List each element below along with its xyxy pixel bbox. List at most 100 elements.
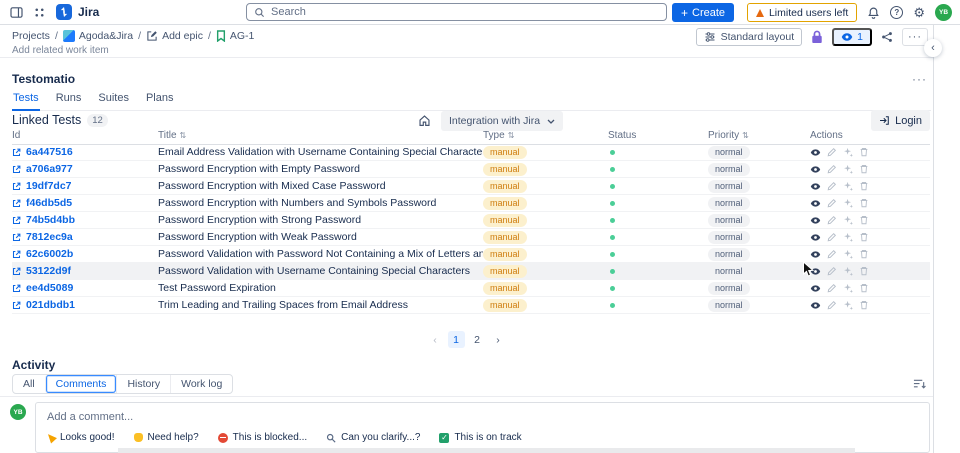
- app-switcher-button[interactable]: [34, 7, 45, 18]
- column-header-title[interactable]: Title ⇅: [158, 130, 483, 141]
- delete-test-button[interactable]: [859, 215, 869, 225]
- delete-test-button[interactable]: [859, 300, 869, 310]
- add-to-run-button[interactable]: [843, 198, 853, 208]
- edit-test-button[interactable]: [827, 266, 837, 276]
- jira-home-link[interactable]: Jira: [56, 4, 99, 20]
- add-to-run-button[interactable]: [843, 283, 853, 293]
- add-to-run-button[interactable]: [843, 181, 853, 191]
- edit-test-button[interactable]: [827, 181, 837, 191]
- tab-suites[interactable]: Suites: [97, 90, 130, 110]
- breadcrumb-add-epic[interactable]: Add epic: [146, 30, 203, 42]
- view-test-button[interactable]: [810, 164, 821, 175]
- layout-button[interactable]: Standard layout: [695, 28, 803, 46]
- delete-test-button[interactable]: [859, 232, 869, 242]
- view-test-button[interactable]: [810, 300, 821, 311]
- eye-icon: [841, 32, 853, 42]
- view-test-button[interactable]: [810, 232, 821, 243]
- delete-test-button[interactable]: [859, 164, 869, 174]
- search-input[interactable]: [271, 6, 659, 18]
- delete-test-button[interactable]: [859, 147, 869, 157]
- test-id-link[interactable]: f46db5d5: [26, 197, 72, 209]
- tab-comments[interactable]: Comments: [44, 375, 117, 393]
- user-avatar[interactable]: YB: [935, 4, 952, 21]
- edit-test-button[interactable]: [827, 198, 837, 208]
- view-test-button[interactable]: [810, 147, 821, 158]
- sidebar-toggle-button[interactable]: [10, 6, 23, 18]
- page-1-button[interactable]: 1: [447, 331, 465, 348]
- column-header-priority[interactable]: Priority ⇅: [708, 130, 810, 141]
- edit-test-button[interactable]: [827, 300, 837, 310]
- page-2-button[interactable]: 2: [469, 331, 486, 348]
- add-to-run-button[interactable]: [843, 249, 853, 259]
- global-search[interactable]: [246, 3, 667, 21]
- delete-test-button[interactable]: [859, 198, 869, 208]
- tab-history[interactable]: History: [116, 375, 170, 393]
- expand-panel-button[interactable]: ‹: [924, 39, 942, 57]
- settings-button[interactable]: ⚙: [913, 6, 925, 19]
- add-to-run-button[interactable]: [843, 300, 853, 310]
- test-id-link[interactable]: 7812ec9a: [26, 231, 73, 243]
- quick-reply-clarify[interactable]: Can you clarify...?: [326, 432, 420, 443]
- edit-test-button[interactable]: [827, 215, 837, 225]
- watchers-button[interactable]: 1: [832, 28, 872, 46]
- edit-test-button[interactable]: [827, 147, 837, 157]
- share-button[interactable]: [881, 31, 893, 43]
- view-test-button[interactable]: [810, 266, 821, 277]
- project-selector-dropdown[interactable]: Integration with Jira: [441, 111, 564, 131]
- add-to-run-button[interactable]: [843, 164, 853, 174]
- test-id-link[interactable]: 021dbdb1: [26, 299, 75, 311]
- column-header-type[interactable]: Type ⇅: [483, 130, 608, 141]
- test-id-link[interactable]: 19df7dc7: [26, 180, 72, 192]
- breadcrumb-issue-key[interactable]: AG-1: [216, 30, 254, 42]
- notifications-button[interactable]: [867, 6, 880, 20]
- test-id-link[interactable]: a706a977: [26, 163, 73, 175]
- comment-editor[interactable]: Add a comment... Looks good! Need help? …: [35, 402, 930, 453]
- delete-test-button[interactable]: [859, 283, 869, 293]
- test-id-link[interactable]: 74b5d4bb: [26, 214, 75, 226]
- add-to-run-button[interactable]: [843, 147, 853, 157]
- add-to-run-button[interactable]: [843, 215, 853, 225]
- edit-test-button[interactable]: [827, 283, 837, 293]
- delete-test-button[interactable]: [859, 266, 869, 276]
- external-link-icon: [12, 216, 21, 225]
- create-button[interactable]: + Create: [672, 3, 735, 22]
- test-id-link[interactable]: 53122d9f: [26, 265, 71, 277]
- edit-test-button[interactable]: [827, 249, 837, 259]
- view-test-button[interactable]: [810, 249, 821, 260]
- breadcrumb-projects[interactable]: Projects: [12, 30, 50, 42]
- testomatio-more-actions-button[interactable]: ···: [912, 72, 927, 86]
- login-button[interactable]: Login: [871, 110, 930, 131]
- previous-page-button[interactable]: ‹: [427, 331, 444, 348]
- add-to-run-button[interactable]: [843, 232, 853, 242]
- help-button[interactable]: ?: [890, 6, 904, 19]
- delete-test-button[interactable]: [859, 249, 869, 259]
- lock-icon: [811, 30, 823, 44]
- add-to-run-button[interactable]: [843, 266, 853, 276]
- quick-reply-need-help[interactable]: Need help?: [133, 432, 199, 443]
- comment-user-avatar[interactable]: YB: [10, 404, 26, 420]
- view-test-button[interactable]: [810, 181, 821, 192]
- breadcrumb-project[interactable]: Agoda&Jira: [62, 30, 133, 42]
- quick-reply-blocked[interactable]: This is blocked...: [217, 432, 307, 443]
- view-test-button[interactable]: [810, 198, 821, 209]
- view-test-button[interactable]: [810, 215, 821, 226]
- edit-test-button[interactable]: [827, 232, 837, 242]
- restrictions-button[interactable]: [811, 30, 823, 44]
- quick-reply-looks-good[interactable]: Looks good!: [45, 431, 115, 444]
- edit-test-button[interactable]: [827, 164, 837, 174]
- next-page-button[interactable]: ›: [490, 331, 507, 348]
- tab-tests[interactable]: Tests: [12, 90, 40, 111]
- tab-worklog[interactable]: Work log: [170, 375, 232, 393]
- project-home-button[interactable]: [418, 114, 431, 127]
- test-id-link[interactable]: 6a447516: [26, 146, 73, 158]
- test-id-link[interactable]: ee4d5089: [26, 282, 73, 294]
- quick-reply-on-track[interactable]: ✓ This is on track: [439, 432, 522, 443]
- test-id-link[interactable]: 62c6002b: [26, 248, 73, 260]
- tab-all[interactable]: All: [13, 375, 45, 393]
- tab-runs[interactable]: Runs: [55, 90, 83, 110]
- view-test-button[interactable]: [810, 283, 821, 294]
- limited-users-warning-button[interactable]: Limited users left: [746, 3, 858, 22]
- sort-order-button[interactable]: [913, 378, 926, 390]
- tab-plans[interactable]: Plans: [145, 90, 175, 110]
- delete-test-button[interactable]: [859, 181, 869, 191]
